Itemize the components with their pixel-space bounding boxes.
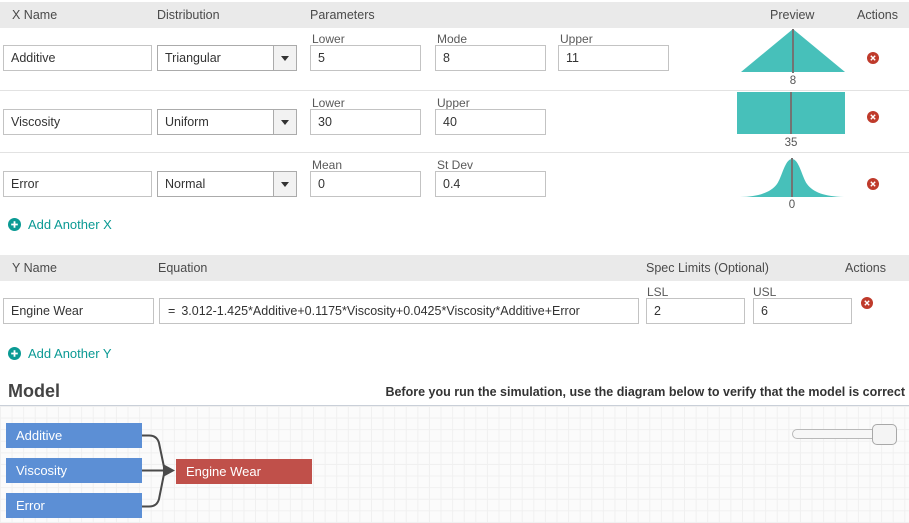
row-divider — [0, 90, 909, 91]
distribution-select[interactable]: Uniform — [157, 109, 297, 135]
preview-header: Preview — [770, 8, 814, 22]
model-section-title: Model — [8, 381, 60, 402]
param-input-mode[interactable] — [435, 45, 546, 71]
model-node-viscosity: Viscosity — [6, 458, 142, 483]
add-another-y-link[interactable]: Add Another Y — [8, 346, 112, 361]
delete-row-icon[interactable] — [867, 178, 879, 190]
param-label: Mode — [437, 32, 467, 46]
model-node-engine-wear: Engine Wear — [176, 459, 312, 484]
param-label: Lower — [312, 96, 345, 110]
row-divider — [0, 152, 909, 153]
x-table-header: X Name Distribution Parameters Preview A… — [0, 2, 909, 28]
usl-label: USL — [753, 285, 776, 299]
param-input-upper[interactable] — [435, 109, 546, 135]
equation-text: 3.012-1.425*Additive+0.1175*Viscosity+0.… — [181, 304, 580, 318]
chevron-down-icon — [281, 120, 289, 125]
spec-limits-header: Spec Limits (Optional) — [646, 261, 769, 275]
y-table-header: Y Name Equation Spec Limits (Optional) A… — [0, 255, 909, 281]
usl-input[interactable] — [753, 298, 852, 324]
normal-distribution-preview — [739, 154, 845, 198]
equals-prefix: = — [160, 304, 181, 318]
distribution-header: Distribution — [157, 8, 220, 22]
preview-center-value: 35 — [771, 137, 811, 149]
add-another-x-link[interactable]: Add Another X — [8, 217, 112, 232]
dropdown-button[interactable] — [273, 110, 296, 134]
actions-header: Actions — [845, 261, 886, 275]
delete-row-icon[interactable] — [861, 297, 873, 309]
add-another-y-label: Add Another Y — [28, 346, 112, 361]
diagram-zoom-slider-handle[interactable] — [872, 424, 897, 445]
param-input-lower[interactable] — [310, 45, 421, 71]
monte-carlo-model-setup: X Name Distribution Parameters Preview A… — [0, 0, 909, 523]
dropdown-button[interactable] — [273, 46, 296, 70]
param-label: Upper — [437, 96, 470, 110]
parameters-header: Parameters — [310, 8, 375, 22]
model-node-additive: Additive — [6, 423, 142, 448]
param-input-upper[interactable] — [558, 45, 669, 71]
param-label: Upper — [560, 32, 593, 46]
param-input-lower[interactable] — [310, 109, 421, 135]
param-input-mean[interactable] — [310, 171, 421, 197]
triangular-distribution-preview — [741, 29, 845, 73]
lsl-label: LSL — [647, 285, 668, 299]
plus-icon — [8, 347, 21, 360]
param-label: St Dev — [437, 158, 473, 172]
param-label: Mean — [312, 158, 342, 172]
dropdown-button[interactable] — [273, 172, 296, 196]
preview-center-value: 0 — [772, 199, 812, 211]
lsl-input[interactable] — [646, 298, 745, 324]
model-instruction-text: Before you run the simulation, use the d… — [385, 385, 905, 399]
x-name-input[interactable] — [3, 45, 152, 71]
model-diagram-canvas: Additive Viscosity Error Engine Wear — [0, 406, 909, 523]
equation-field[interactable]: = 3.012-1.425*Additive+0.1175*Viscosity+… — [159, 298, 639, 324]
distribution-select[interactable]: Triangular — [157, 45, 297, 71]
actions-header: Actions — [857, 8, 898, 22]
plus-icon — [8, 218, 21, 231]
distribution-select[interactable]: Normal — [157, 171, 297, 197]
param-label: Lower — [312, 32, 345, 46]
distribution-selected: Uniform — [158, 115, 273, 129]
y-name-input[interactable] — [3, 298, 154, 324]
x-name-header: X Name — [12, 8, 57, 22]
distribution-selected: Normal — [158, 177, 273, 191]
delete-row-icon[interactable] — [867, 52, 879, 64]
uniform-distribution-preview — [737, 92, 845, 134]
param-input-stdev[interactable] — [435, 171, 546, 197]
x-name-input[interactable] — [3, 109, 152, 135]
distribution-selected: Triangular — [158, 51, 273, 65]
arrowhead-icon — [163, 464, 175, 477]
preview-center-value: 8 — [773, 75, 813, 87]
chevron-down-icon — [281, 56, 289, 61]
add-another-x-label: Add Another X — [28, 217, 112, 232]
delete-row-icon[interactable] — [867, 111, 879, 123]
chevron-down-icon — [281, 182, 289, 187]
equation-header: Equation — [158, 261, 207, 275]
model-node-error: Error — [6, 493, 142, 518]
x-name-input[interactable] — [3, 171, 152, 197]
y-name-header: Y Name — [12, 261, 57, 275]
